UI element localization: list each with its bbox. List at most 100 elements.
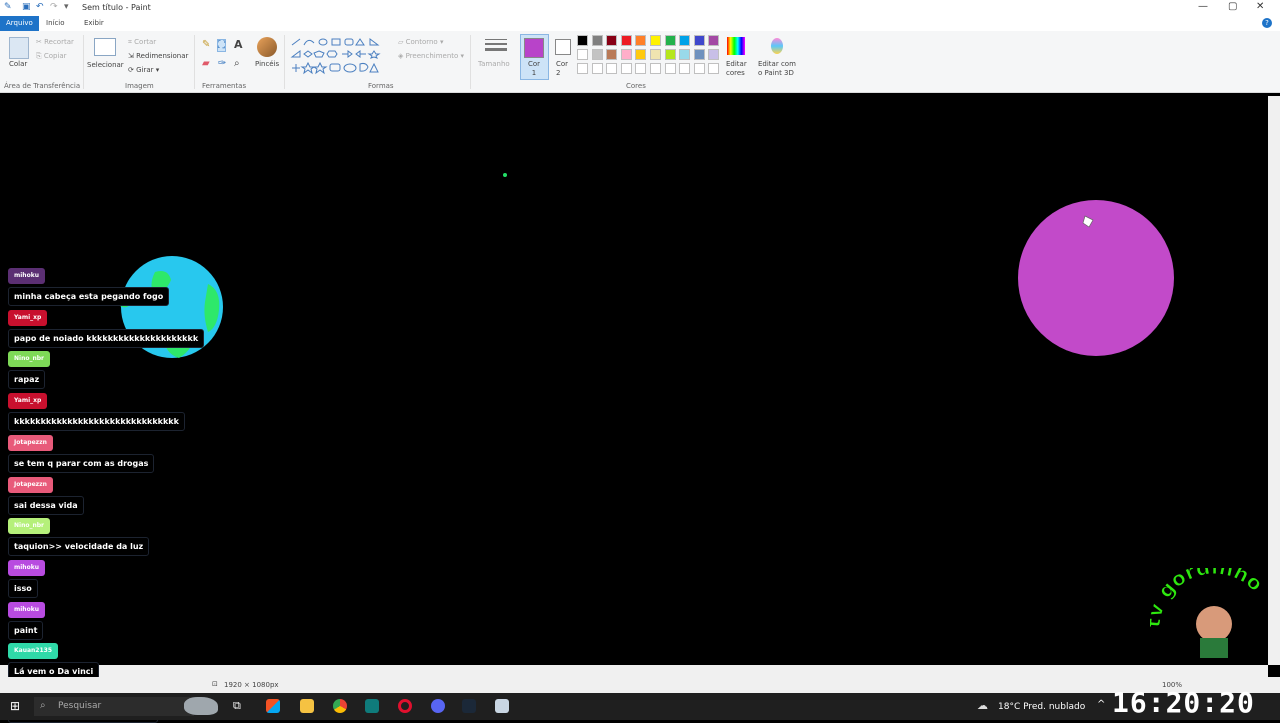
horizontal-scrollbar[interactable] xyxy=(0,665,1268,677)
palette-swatch[interactable] xyxy=(679,49,691,60)
minimize-icon[interactable]: — xyxy=(1198,1,1208,12)
palette-swatch[interactable] xyxy=(664,49,676,60)
palette-swatch[interactable] xyxy=(620,49,632,60)
windows-start-icon[interactable]: ⊞ xyxy=(10,699,20,713)
close-icon[interactable]: ✕ xyxy=(1256,1,1264,12)
customize-quick-access-icon[interactable]: ▾ xyxy=(64,2,69,12)
steam-icon[interactable] xyxy=(462,699,476,713)
eraser-icon[interactable]: ▰ xyxy=(202,58,210,69)
edit-colors-icon[interactable] xyxy=(727,37,745,55)
palette-swatch[interactable] xyxy=(620,63,632,74)
chat-message: Kauan2135 Lá vem o Da vinci xyxy=(8,637,100,682)
crop-button[interactable]: ⌗ Cortar xyxy=(128,38,156,47)
brushes-button[interactable]: Pincéis xyxy=(255,60,279,68)
select-button[interactable]: Selecionar xyxy=(87,61,124,69)
maximize-icon[interactable]: ▢ xyxy=(1228,1,1237,12)
task-view-icon[interactable]: ⧉ xyxy=(233,699,241,713)
chat-message: Yami_xp kkkkkkkkkkkkkkkkkkkkkkkkkkkkkkk xyxy=(8,387,185,432)
discord-icon[interactable] xyxy=(431,699,445,713)
cut-button[interactable]: ✂ Recortar xyxy=(36,38,74,46)
palette-swatch[interactable] xyxy=(591,63,603,74)
opera-icon[interactable] xyxy=(398,699,412,713)
chat-message: Yami_xp papo de noiado kkkkkkkkkkkkkkkkkk… xyxy=(8,304,205,348)
palette-swatch[interactable] xyxy=(591,49,603,60)
palette-swatch[interactable] xyxy=(635,49,647,60)
paint-app-icon: ✎ xyxy=(4,2,12,12)
chat-username: mihoku xyxy=(8,559,45,576)
weather-text[interactable]: 18°C Pred. nublado xyxy=(998,702,1085,712)
palette-swatch[interactable] xyxy=(664,35,676,46)
chat-username: mihoku xyxy=(8,601,45,618)
color1-swatch xyxy=(524,38,544,58)
palette-swatch[interactable] xyxy=(591,35,603,46)
store-icon[interactable] xyxy=(266,699,280,713)
brush-icon[interactable] xyxy=(257,37,277,57)
palette-swatch[interactable] xyxy=(693,63,705,74)
chat-username: Nino_nbr xyxy=(8,351,50,368)
palette-swatch[interactable] xyxy=(606,49,618,60)
pencil-icon[interactable]: ✎ xyxy=(202,39,210,50)
tv-gordinho-logo: tv gordinho xyxy=(1150,568,1268,658)
outline-button[interactable]: ▱ Contorno ▾ xyxy=(398,38,443,46)
magnifier-icon[interactable]: ⌕ xyxy=(234,58,240,69)
palette-swatch[interactable] xyxy=(577,49,588,60)
paint3d-button[interactable]: Editar com o Paint 3D xyxy=(758,60,798,78)
resize-button[interactable]: ⇲ Redimensionar xyxy=(128,52,188,60)
color2-swatch[interactable] xyxy=(555,39,571,55)
palette-swatch[interactable] xyxy=(679,35,691,46)
purple-planet-drawing xyxy=(1018,200,1174,356)
size-icon[interactable] xyxy=(485,39,507,53)
drawing-canvas[interactable] xyxy=(3,96,1269,662)
palette-swatch[interactable] xyxy=(708,35,720,46)
palette-swatch[interactable] xyxy=(577,63,588,74)
fill-button[interactable]: ◈ Preenchimento ▾ xyxy=(398,52,464,60)
window-title: Sem título - Paint xyxy=(82,3,151,12)
paste-icon[interactable] xyxy=(9,37,29,59)
search-placeholder: Pesquisar xyxy=(58,701,102,711)
palette-swatch[interactable] xyxy=(693,49,705,60)
palette-swatch[interactable] xyxy=(650,35,661,46)
paint3d-icon[interactable] xyxy=(771,38,783,54)
shapes-group-label: Formas xyxy=(368,82,394,90)
palette-swatch[interactable] xyxy=(606,35,618,46)
palette-swatch[interactable] xyxy=(635,35,647,46)
tab-view[interactable]: Exibir xyxy=(78,16,110,31)
select-icon[interactable] xyxy=(94,38,116,56)
palette-swatch[interactable] xyxy=(577,35,588,46)
help-icon[interactable]: ? xyxy=(1262,18,1272,28)
text-tool-icon[interactable]: A xyxy=(234,38,243,51)
copy-button[interactable]: ⎘ Copiar xyxy=(36,52,67,61)
color2-label[interactable]: Cor 2 xyxy=(556,60,568,78)
palette-swatch[interactable] xyxy=(708,63,720,74)
green-dot xyxy=(503,173,507,177)
palette-swatch[interactable] xyxy=(635,63,647,74)
size-button[interactable]: Tamanho xyxy=(478,60,510,68)
edit-colors-button[interactable]: Editar cores xyxy=(726,60,748,78)
chat-username: Kauan2135 xyxy=(8,643,58,660)
chat-message: Jotapezzn se tem q parar com as drogas xyxy=(8,429,155,473)
palette-swatch[interactable] xyxy=(679,63,691,74)
paste-button[interactable]: Colar xyxy=(9,60,27,68)
palette-swatch[interactable] xyxy=(620,35,632,46)
rotate-button[interactable]: ⟳ Girar ▾ xyxy=(128,66,159,74)
chat-message: mihoku minha cabeça esta pegando fogo xyxy=(8,262,170,306)
save-icon[interactable]: ▣ xyxy=(22,2,31,12)
palette-swatch[interactable] xyxy=(693,35,705,46)
palette-swatch[interactable] xyxy=(606,63,618,74)
undo-icon[interactable]: ↶ xyxy=(36,2,44,12)
fill-bucket-icon[interactable]: ⛶ xyxy=(217,39,226,52)
palette-swatch[interactable] xyxy=(650,49,661,60)
tab-home[interactable]: Início xyxy=(40,16,71,31)
app-icon[interactable] xyxy=(365,699,379,713)
file-explorer-icon[interactable] xyxy=(300,699,314,713)
palette-swatch[interactable] xyxy=(664,63,676,74)
color-picker-icon[interactable]: ✑ xyxy=(218,58,226,69)
shapes-gallery[interactable] xyxy=(290,37,390,77)
palette-swatch[interactable] xyxy=(708,49,720,60)
paint-taskbar-icon[interactable] xyxy=(495,699,509,713)
tray-chevron-icon[interactable]: ^ xyxy=(1097,699,1105,710)
redo-icon[interactable]: ↷ xyxy=(50,2,58,12)
chrome-icon[interactable] xyxy=(333,699,347,713)
tab-file[interactable]: Arquivo xyxy=(0,16,39,31)
palette-swatch[interactable] xyxy=(650,63,661,74)
